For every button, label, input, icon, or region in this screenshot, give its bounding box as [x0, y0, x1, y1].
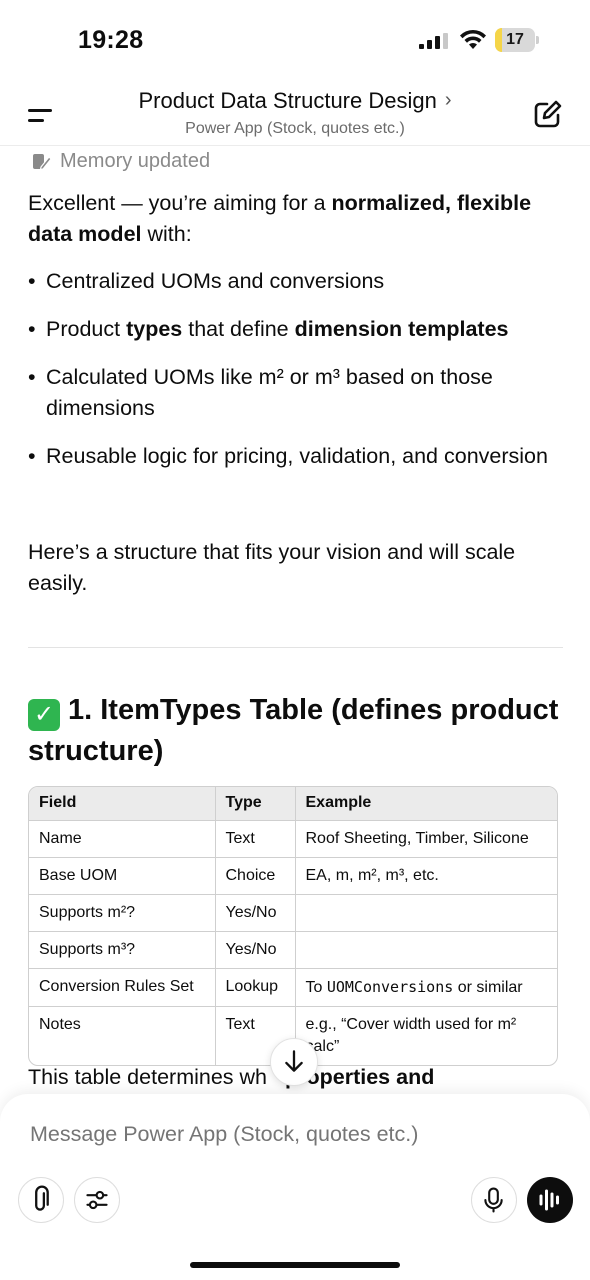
table-cell: [295, 894, 557, 932]
microphone-button[interactable]: [471, 1177, 517, 1223]
status-time: 19:28: [78, 26, 144, 54]
list-item: Calculated UOMs like m² or m³ based on t…: [28, 362, 568, 424]
column-header: Field: [29, 787, 216, 821]
gpt-name: Power App (Stock, quotes etc.): [185, 120, 405, 137]
cellular-signal-icon: [419, 33, 448, 49]
battery-indicator: 17: [495, 28, 539, 52]
table-cell: Supports m³?: [29, 931, 216, 969]
table-cell: [295, 931, 557, 969]
table-cell: Yes/No: [215, 931, 296, 969]
table-cell: Text: [215, 820, 296, 858]
check-mark-icon: ✓: [28, 699, 60, 731]
status-bar: 19:28 17: [0, 0, 590, 80]
attach-button[interactable]: [18, 1177, 64, 1223]
table-cell: Yes/No: [215, 894, 296, 932]
table-row: Base UOM Choice EA, m, m², m³, etc.: [29, 857, 557, 895]
chat-header: Product Data Structure Design › Power App…: [0, 80, 590, 146]
table-cell: Base UOM: [29, 857, 216, 895]
table-row: Conversion Rules Set Lookup To UOMConver…: [29, 968, 557, 1007]
list-item: Product types that define dimension temp…: [28, 314, 568, 345]
table-header-row: Field Type Example: [29, 787, 557, 821]
list-item: Reusable logic for pricing, validation, …: [28, 441, 568, 472]
table-cell: Notes: [29, 1006, 216, 1065]
feature-list: Centralized UOMs and conversions Product…: [28, 266, 568, 489]
conversation-title-button[interactable]: Product Data Structure Design › Power App…: [100, 88, 490, 138]
table-row: Supports m²? Yes/No: [29, 894, 557, 932]
compose-icon[interactable]: [530, 96, 566, 132]
table-row: Supports m³? Yes/No: [29, 931, 557, 969]
paperclip-icon: [35, 1185, 49, 1211]
divider: [28, 647, 563, 648]
table-cell: EA, m, m², m³, etc.: [295, 857, 557, 895]
wifi-icon: [460, 29, 486, 49]
memory-updated-text: Memory updated: [60, 150, 211, 172]
chevron-right-icon: ›: [444, 89, 452, 111]
table-cell: e.g., “Cover width used for m² calc”: [305, 1015, 517, 1055]
message-composer: [0, 1094, 590, 1280]
battery-level: 17: [506, 31, 524, 48]
column-header: Type: [215, 787, 296, 821]
table-row: Name Text Roof Sheeting, Timber, Silicon…: [29, 820, 557, 858]
message-input[interactable]: [30, 1122, 550, 1147]
section-heading: ✓ 1. ItemTypes Table (defines product str…: [28, 694, 559, 767]
conversation-title: Product Data Structure Design: [138, 88, 437, 113]
home-indicator: [190, 1262, 400, 1268]
table-cell: Lookup: [215, 968, 296, 1007]
menu-button[interactable]: [20, 100, 60, 130]
memory-pen-icon: [33, 153, 52, 170]
scroll-to-bottom-button[interactable]: [270, 1038, 318, 1086]
sliders-icon: [86, 1190, 108, 1210]
table-cell: Name: [29, 820, 216, 858]
table-cell: Roof Sheeting, Timber, Silicone: [295, 820, 557, 858]
tools-button[interactable]: [74, 1177, 120, 1223]
itemtypes-table: Field Type Example Name Text Roof Sheeti…: [28, 786, 558, 1066]
trailing-paragraph: This table determines wh properties and: [28, 1065, 435, 1089]
conversation-content[interactable]: Memory updated Excellent — you’re aiming…: [0, 146, 590, 1096]
table-cell: To UOMConversions or similar: [295, 968, 557, 1007]
menu-icon: [28, 109, 52, 112]
table-cell: Conversion Rules Set: [29, 968, 216, 1007]
memory-updated-notice[interactable]: Memory updated: [32, 150, 210, 173]
voice-wave-icon: [539, 1189, 559, 1211]
voice-mode-button[interactable]: [527, 1177, 573, 1223]
arrow-down-icon: [285, 1050, 303, 1072]
column-header: Example: [295, 787, 557, 821]
intro-paragraph: Excellent — you’re aiming for a normaliz…: [28, 191, 532, 246]
table-cell: Choice: [215, 857, 296, 895]
table-cell: Supports m²?: [29, 894, 216, 932]
closing-paragraph: Here’s a structure that fits your vision…: [28, 540, 516, 595]
list-item: Centralized UOMs and conversions: [28, 266, 568, 297]
microphone-icon: [484, 1187, 503, 1213]
inline-code: UOMConversions: [326, 977, 454, 996]
